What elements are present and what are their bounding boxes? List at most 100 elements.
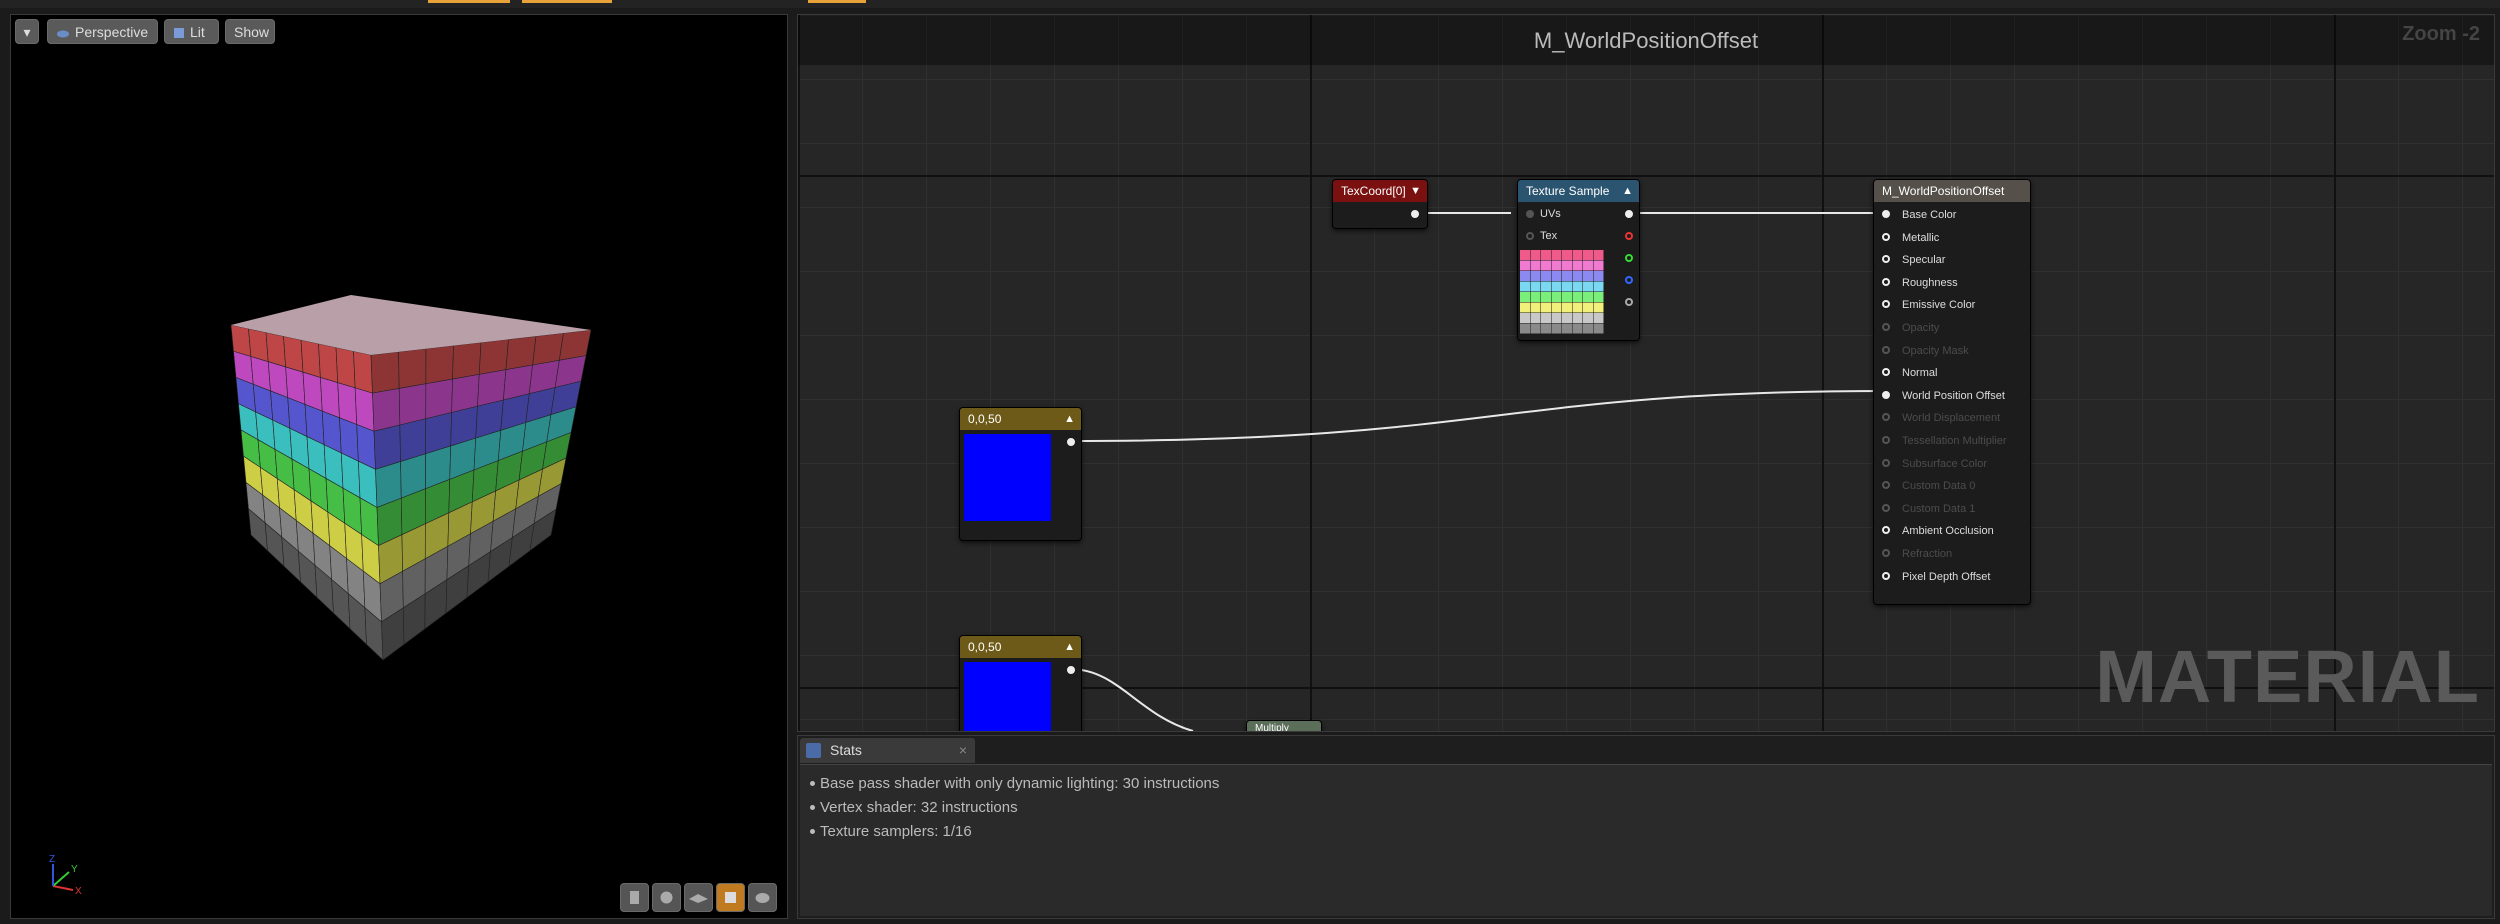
texture-tile: [1583, 313, 1593, 323]
constant-vector-node[interactable]: 0,0,50 ▲: [959, 635, 1082, 731]
collapse-arrow-icon[interactable]: ▲: [1622, 180, 1633, 202]
collapse-arrow-icon[interactable]: ▲: [1064, 408, 1075, 430]
node-title: Texture Sample: [1526, 184, 1610, 198]
input-label: Metallic: [1902, 231, 1940, 244]
input-label: Custom Data 1: [1902, 502, 1976, 515]
texture-tile: [1583, 302, 1593, 313]
preview-custom-mesh-button[interactable]: [748, 883, 777, 912]
tex-input-pin[interactable]: [1526, 232, 1534, 240]
input-label: World Displacement: [1902, 412, 2001, 425]
constant-vector-node[interactable]: 0,0,50 ▲: [959, 407, 1082, 541]
material-graph[interactable]: M_WorldPositionOffset Zoom -2 MATERIAL T…: [797, 14, 2495, 732]
texture-tile: [1593, 250, 1604, 260]
node-title: 0,0,50: [968, 640, 1002, 654]
cube-tile: [300, 339, 321, 378]
texture-tile: [1530, 313, 1541, 323]
collapse-arrow-icon[interactable]: ▼: [1410, 180, 1421, 202]
preview-cube-button[interactable]: [716, 883, 745, 912]
lit-button[interactable]: Lit: [164, 19, 219, 44]
texture-sample-node[interactable]: Texture Sample ▲ UVs Tex: [1517, 179, 1640, 341]
cube-tile: [370, 351, 400, 394]
close-icon[interactable]: ×: [959, 738, 967, 763]
texture-tile: [1593, 302, 1604, 313]
r-output-pin[interactable]: [1625, 232, 1633, 240]
texture-tile: [1562, 323, 1572, 334]
texture-tile: [1572, 271, 1583, 281]
collapse-arrow-icon[interactable]: ▲: [1064, 636, 1075, 658]
texture-tile: [1530, 260, 1541, 271]
texture-tile: [1593, 323, 1604, 334]
input-pin[interactable]: [1882, 368, 1890, 377]
input-pin[interactable]: [1882, 255, 1890, 264]
perspective-button[interactable]: Perspective: [47, 19, 158, 44]
stats-body: Base pass shader with only dynamic light…: [800, 764, 2492, 916]
texture-tile: [1541, 292, 1551, 302]
texture-tile: [1583, 250, 1593, 260]
input-label: Custom Data 0: [1902, 480, 1976, 493]
material-result-node[interactable]: M_WorldPositionOffset Base Color Metallic…: [1873, 179, 2031, 605]
texture-tile: [1593, 292, 1604, 302]
node-title: 0,0,50: [968, 412, 1002, 426]
b-output-pin[interactable]: [1625, 276, 1633, 284]
texture-tile: [1520, 323, 1530, 334]
texture-tile: [1541, 260, 1551, 271]
top-tab-strip: [0, 0, 2500, 8]
texture-tile: [1551, 271, 1562, 281]
preview-plane-button[interactable]: [684, 883, 713, 912]
texture-tile: [1551, 313, 1562, 323]
cube-tile: [353, 350, 373, 394]
texture-tile: [1530, 250, 1541, 260]
teapot-icon: [755, 893, 770, 903]
input-label: Subsurface Color: [1902, 457, 1987, 470]
texture-tile: [1530, 323, 1541, 334]
stats-panel: Stats × Base pass shader with only dynam…: [797, 735, 2495, 919]
input-pin[interactable]: [1882, 390, 1890, 399]
stats-tab[interactable]: Stats ×: [800, 738, 975, 763]
cube-tile: [283, 335, 304, 373]
output-pin[interactable]: [1067, 666, 1075, 674]
texture-tile: [1583, 281, 1593, 292]
tab-highlight: [522, 0, 612, 3]
texture-tile: [1583, 271, 1593, 281]
texcoord-node[interactable]: TexCoord[0] ▼: [1332, 179, 1428, 229]
tex-input-label: Tex: [1540, 230, 1558, 242]
show-button[interactable]: Show: [225, 19, 275, 44]
texture-tile: [1562, 260, 1572, 271]
input-pin[interactable]: [1882, 277, 1890, 286]
preview-viewport[interactable]: ▾ Perspective Lit Show X Y Z: [10, 14, 788, 919]
uvs-input-label: UVs: [1540, 208, 1561, 220]
g-output-pin[interactable]: [1625, 254, 1633, 262]
texture-tile: [1572, 292, 1583, 302]
cube-tile: [452, 342, 482, 380]
input-pin[interactable]: [1882, 526, 1890, 535]
cube-tile: [425, 378, 453, 420]
preview-cube: [211, 285, 631, 665]
output-pin[interactable]: [1411, 210, 1419, 218]
multiply-node[interactable]: Multiply: [1246, 720, 1322, 731]
rgb-output-pin[interactable]: [1625, 210, 1633, 218]
sphere-icon: [660, 891, 673, 904]
preview-cylinder-button[interactable]: [620, 883, 649, 912]
cube-tile: [335, 347, 356, 389]
input-pin: [1882, 458, 1890, 467]
a-output-pin[interactable]: [1625, 298, 1633, 306]
input-pin[interactable]: [1882, 571, 1890, 580]
input-pin[interactable]: [1882, 210, 1890, 218]
cylinder-icon: [630, 891, 639, 904]
input-pin[interactable]: [1882, 300, 1890, 309]
output-pin[interactable]: [1067, 438, 1075, 446]
cube-tile: [398, 348, 427, 389]
node-title: TexCoord[0]: [1341, 184, 1406, 198]
input-pin[interactable]: [1882, 232, 1890, 241]
input-label: Specular: [1902, 254, 1946, 267]
uvs-input-pin[interactable]: [1526, 210, 1534, 218]
wire-constant-to-multiply: [1069, 668, 1194, 731]
viewport-menu-button[interactable]: ▾: [15, 19, 39, 44]
wires-layer: [1069, 212, 1889, 731]
chevron-down-icon: ▾: [23, 24, 31, 40]
texture-tile: [1520, 292, 1530, 302]
axis-z-label: Z: [49, 854, 55, 865]
color-swatch: [964, 434, 1051, 521]
preview-sphere-button[interactable]: [652, 883, 681, 912]
texture-tile: [1572, 313, 1583, 323]
